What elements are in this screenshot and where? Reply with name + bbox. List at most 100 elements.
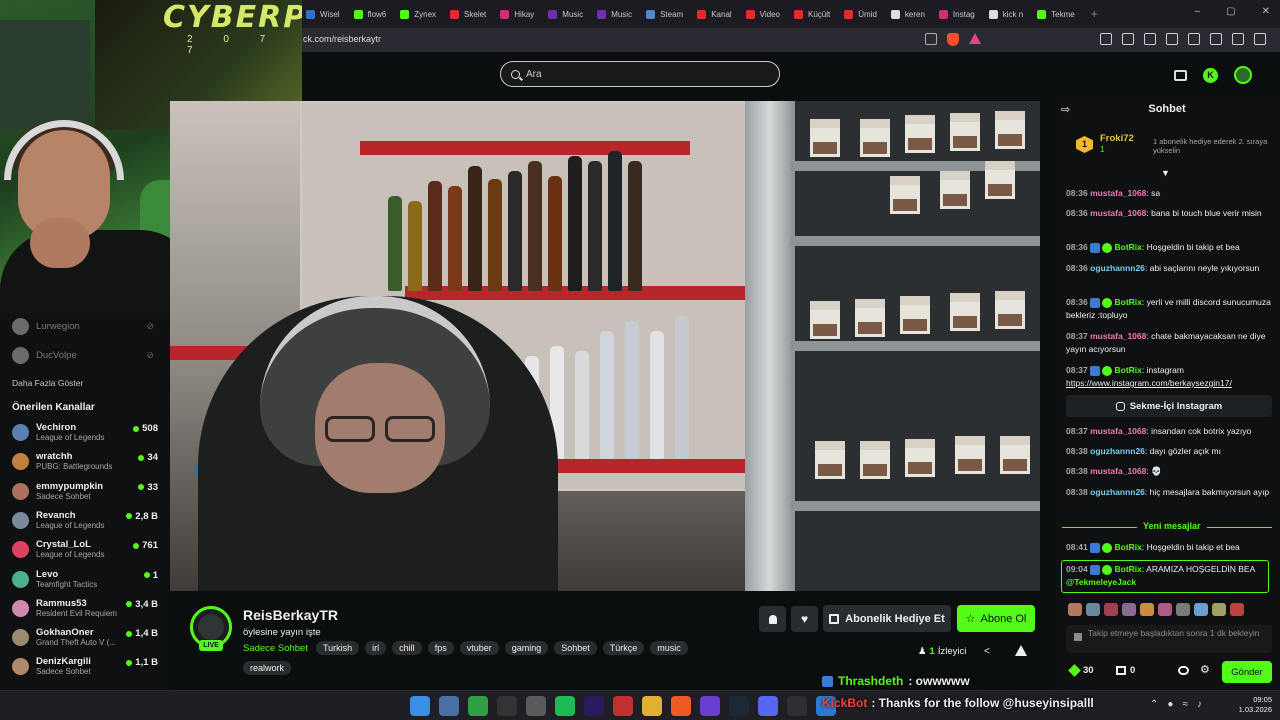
browser-tab[interactable]: Wisel: [300, 3, 346, 25]
video-player[interactable]: [170, 101, 1040, 591]
report-icon[interactable]: [1015, 645, 1027, 656]
points-counter[interactable]: 30: [1068, 664, 1094, 677]
chevron-up-icon[interactable]: ⌃: [1150, 699, 1158, 710]
browser-tab[interactable]: Küçült: [788, 3, 836, 25]
recommended-channel[interactable]: Rammus53 Resident Evil Requiem 3,4 B: [12, 598, 162, 619]
tag-chip[interactable]: irl: [365, 641, 387, 655]
followed-channel[interactable]: Lurwegion ⊘: [12, 318, 162, 335]
tv-icon[interactable]: [1174, 69, 1187, 81]
stream-category[interactable]: Sadece Sohbet: [243, 643, 308, 654]
music-icon[interactable]: [1144, 33, 1156, 45]
browser-tab[interactable]: keren: [885, 3, 931, 25]
file-explorer-icon[interactable]: [642, 696, 662, 716]
screenshot-icon[interactable]: [1122, 33, 1134, 45]
message-username[interactable]: BotRix: [1115, 365, 1142, 375]
browser-tab[interactable]: Hikay: [494, 3, 540, 25]
recommended-channel[interactable]: DenizKargili Sadece Sohbet 1,1 B: [12, 656, 162, 677]
channel-name[interactable]: ReisBerkayTR: [243, 607, 338, 623]
leo-icon[interactable]: [1210, 33, 1222, 45]
windows-start-icon[interactable]: [410, 696, 430, 716]
recommended-channel[interactable]: wratchh PUBG: Battlegrounds 34: [12, 451, 162, 472]
vpn-icon[interactable]: [1232, 33, 1244, 45]
notification-button[interactable]: [759, 606, 786, 632]
browser-tab[interactable]: Video: [740, 3, 786, 25]
browser-tab[interactable]: Zynex: [394, 3, 442, 25]
message-username[interactable]: BotRix: [1115, 542, 1142, 552]
recommended-channel[interactable]: Vechiron League of Legends 508: [12, 422, 162, 443]
xbox-icon[interactable]: [468, 696, 488, 716]
message-username[interactable]: mustafa_1068: [1090, 331, 1146, 341]
recommended-channel[interactable]: Revanch League of Legends 2,8 B: [12, 510, 162, 531]
emoji-icon[interactable]: [1178, 666, 1189, 675]
search-bar[interactable]: [500, 61, 780, 87]
settings-icon[interactable]: ⚙: [1200, 665, 1210, 676]
kick-logo-icon[interactable]: K: [1203, 67, 1218, 83]
message-link[interactable]: https://www.instagram.com/berkaysezgin17…: [1066, 378, 1232, 388]
instagram-button[interactable]: Sekme-İçi Instagram: [1066, 395, 1272, 417]
recommended-channel[interactable]: emmypumpkin Sadece Sohbet 33: [12, 481, 162, 502]
recommended-channel[interactable]: Crystal_LoL League of Legends 761: [12, 539, 162, 560]
wallet-icon[interactable]: [1188, 33, 1200, 45]
app-red-icon[interactable]: [613, 696, 633, 716]
browser-tab[interactable]: Ümid: [838, 3, 883, 25]
subscribe-button[interactable]: ☆ Abone Ol: [957, 605, 1035, 632]
browser-tab[interactable]: Kanal: [691, 3, 737, 25]
desktop-icon[interactable]: [439, 696, 459, 716]
recommended-channel[interactable]: Levo Teamfight Tactics 1: [12, 569, 162, 590]
message-username[interactable]: mustafa_1068: [1090, 188, 1146, 198]
browser-tab[interactable]: Music: [542, 3, 589, 25]
brave-shields-icon[interactable]: [947, 33, 959, 46]
epic-games-icon[interactable]: [497, 696, 517, 716]
send-button[interactable]: Gönder: [1222, 661, 1272, 683]
clock[interactable]: 09:05 1.03.2026: [1232, 695, 1272, 715]
user-avatar[interactable]: [1234, 66, 1252, 84]
search-input[interactable]: [526, 68, 746, 80]
browser-tab[interactable]: flow6: [348, 3, 393, 25]
maximize-button[interactable]: ▢: [1226, 6, 1235, 17]
pinned-user[interactable]: Froki72: [1100, 133, 1134, 144]
calculator-icon[interactable]: [526, 696, 546, 716]
message-username[interactable]: mustafa_1068: [1090, 426, 1146, 436]
recommended-channel[interactable]: GokhanOner Grand Theft Auto V (... 1,4 B: [12, 627, 162, 648]
follow-button[interactable]: ♥: [791, 606, 818, 632]
discord-icon[interactable]: [758, 696, 778, 716]
tag-chip[interactable]: Sohbet: [554, 641, 597, 655]
share-icon[interactable]: [925, 33, 937, 45]
message-username[interactable]: oguzhannn26: [1090, 487, 1145, 497]
spotify-icon[interactable]: [555, 696, 575, 716]
wifi-icon[interactable]: ≈: [1182, 699, 1188, 710]
chest-counter[interactable]: 0: [1116, 665, 1135, 676]
new-tab-button[interactable]: +: [1091, 7, 1098, 21]
close-button[interactable]: ✕: [1262, 6, 1270, 17]
premiere-icon[interactable]: [584, 696, 604, 716]
extensions-icon[interactable]: [1100, 33, 1112, 45]
steam-icon[interactable]: [729, 696, 749, 716]
tag-chip[interactable]: Türkçe: [602, 641, 645, 655]
sidebar-icon[interactable]: [1166, 33, 1178, 45]
message-username[interactable]: mustafa_1068: [1090, 466, 1146, 476]
brave-icon[interactable]: [671, 696, 691, 716]
browser-tab[interactable]: Steam: [640, 3, 689, 25]
show-more-link[interactable]: Daha Fazla Göster: [12, 378, 83, 388]
message-username[interactable]: mustafa_1068: [1090, 208, 1146, 218]
message-username[interactable]: oguzhannn26: [1090, 446, 1145, 456]
url-field[interactable]: ck.com/reisberkaytr: [303, 34, 381, 44]
browser-tab[interactable]: Tekme: [1031, 3, 1081, 25]
chat-input[interactable]: Takip etmeye başladıktan sonra 1 dk bekl…: [1066, 625, 1272, 653]
message-username[interactable]: BotRix: [1115, 242, 1142, 252]
mic-icon[interactable]: ●: [1167, 699, 1173, 710]
followed-channel[interactable]: DucVolpe ⊘: [12, 347, 162, 364]
gift-subscription-button[interactable]: Abonelik Hediye Et: [823, 605, 951, 632]
tag-chip[interactable]: fps: [427, 641, 454, 655]
browser-tab[interactable]: Skelet: [444, 3, 492, 25]
tag-chip[interactable]: music: [650, 641, 688, 655]
browser-tab[interactable]: Music: [591, 3, 638, 25]
browser-tab[interactable]: kick n: [983, 3, 1029, 25]
volume-icon[interactable]: ♪: [1197, 699, 1202, 710]
minimize-button[interactable]: –: [1195, 6, 1201, 17]
expand-icon[interactable]: ▼: [1161, 168, 1170, 178]
tag-chip[interactable]: Turkish: [316, 641, 360, 655]
emote-bar[interactable]: [1068, 603, 1244, 616]
tag-chip[interactable]: realwork: [243, 661, 292, 675]
tag-chip[interactable]: gaming: [504, 641, 549, 655]
